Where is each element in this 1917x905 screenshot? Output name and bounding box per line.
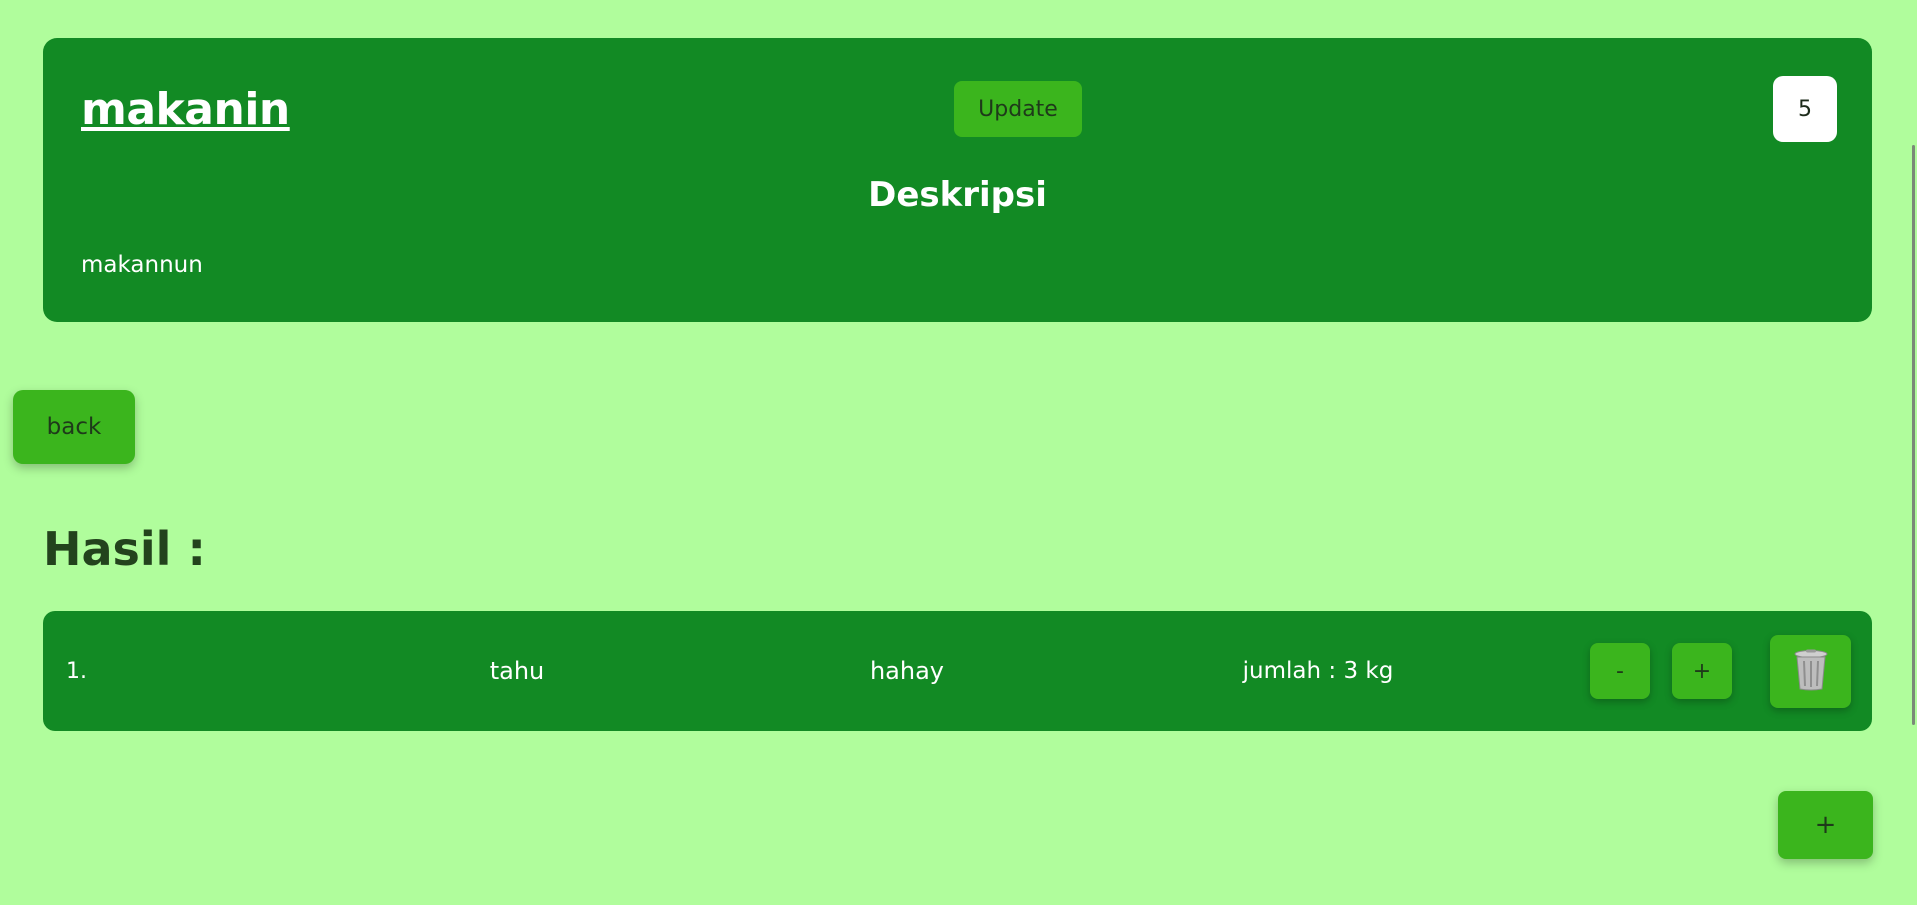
update-button[interactable]: Update xyxy=(954,81,1082,137)
delete-button[interactable] xyxy=(1770,635,1851,708)
increment-button[interactable]: + xyxy=(1672,643,1732,699)
description-heading: Deskripsi xyxy=(868,175,1047,215)
scrollbar-track[interactable] xyxy=(1905,0,1917,905)
list-item: 1. tahu hahay jumlah : 3 kg - + xyxy=(43,611,1872,731)
item-number: 1. xyxy=(66,658,87,684)
decrement-button[interactable]: - xyxy=(1590,643,1650,699)
item-description: hahay xyxy=(869,657,945,685)
back-button[interactable]: back xyxy=(13,390,135,464)
page-title[interactable]: makanin xyxy=(81,84,290,135)
scrollbar-thumb[interactable] xyxy=(1912,145,1915,725)
item-name: tahu xyxy=(489,657,545,685)
results-heading: Hasil : xyxy=(43,522,206,576)
description-text: makannun xyxy=(81,252,203,278)
add-item-button[interactable]: + xyxy=(1778,791,1873,859)
item-quantity: jumlah : 3 kg xyxy=(1242,658,1394,684)
trash-icon xyxy=(1793,649,1829,694)
detail-card: makanin Update 5 Deskripsi makannun xyxy=(43,38,1872,322)
count-badge: 5 xyxy=(1773,76,1837,142)
